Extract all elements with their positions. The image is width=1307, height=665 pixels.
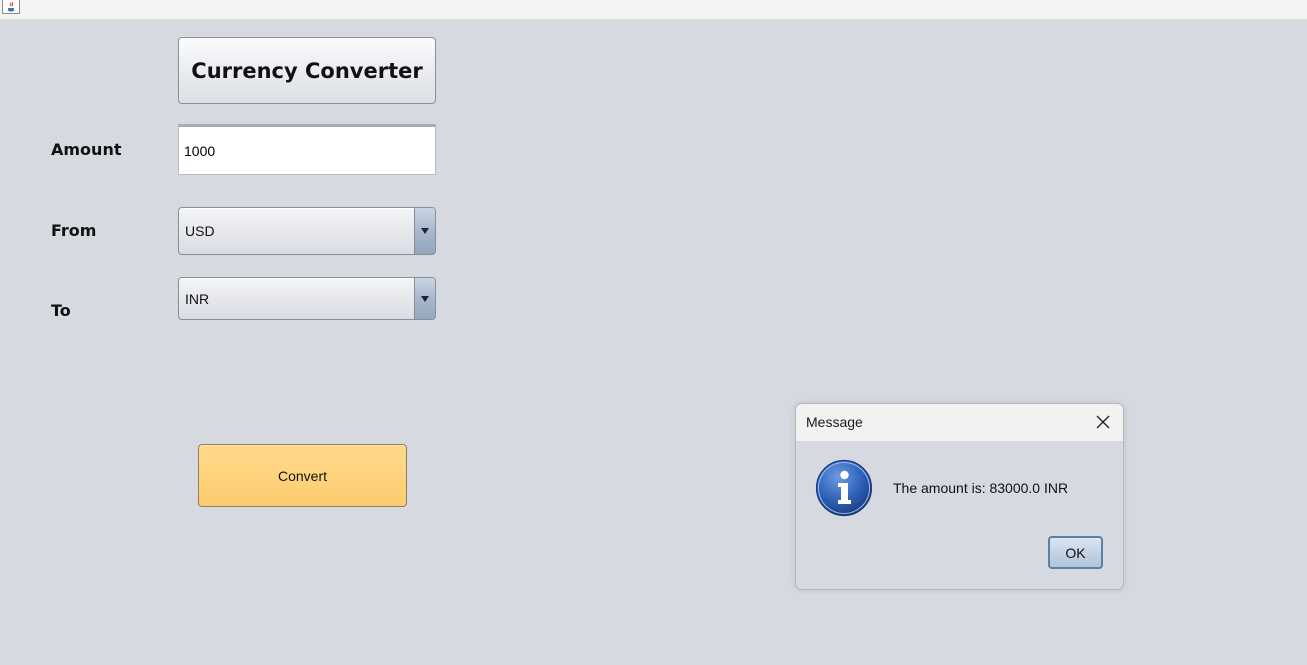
chevron-down-icon bbox=[421, 295, 429, 302]
to-dropdown-arrow[interactable] bbox=[414, 278, 435, 319]
java-icon[interactable] bbox=[2, 0, 20, 14]
from-dropdown-arrow[interactable] bbox=[414, 208, 435, 254]
dialog-message: The amount is: 83000.0 INR bbox=[893, 480, 1069, 496]
chevron-down-icon bbox=[421, 228, 429, 234]
to-currency-select[interactable]: INR bbox=[178, 277, 436, 320]
to-currency-value: INR bbox=[185, 290, 210, 307]
to-label: To bbox=[51, 301, 71, 320]
amount-label: Amount bbox=[51, 140, 122, 159]
from-currency-select[interactable]: USD bbox=[178, 207, 436, 255]
info-icon bbox=[815, 459, 873, 517]
window-titlebar bbox=[0, 0, 1307, 20]
from-currency-value: USD bbox=[185, 223, 215, 239]
convert-button[interactable]: Convert bbox=[198, 444, 407, 507]
from-label: From bbox=[51, 221, 97, 240]
close-icon[interactable] bbox=[1095, 414, 1111, 430]
dialog-title: Message bbox=[806, 414, 863, 430]
amount-input[interactable] bbox=[178, 124, 436, 175]
dialog-titlebar: Message bbox=[796, 404, 1123, 441]
message-dialog: Message The amount is: 83000.0 INR OK bbox=[795, 403, 1124, 590]
ok-button[interactable]: OK bbox=[1048, 536, 1103, 569]
app-title-button[interactable]: Currency Converter bbox=[178, 37, 436, 104]
